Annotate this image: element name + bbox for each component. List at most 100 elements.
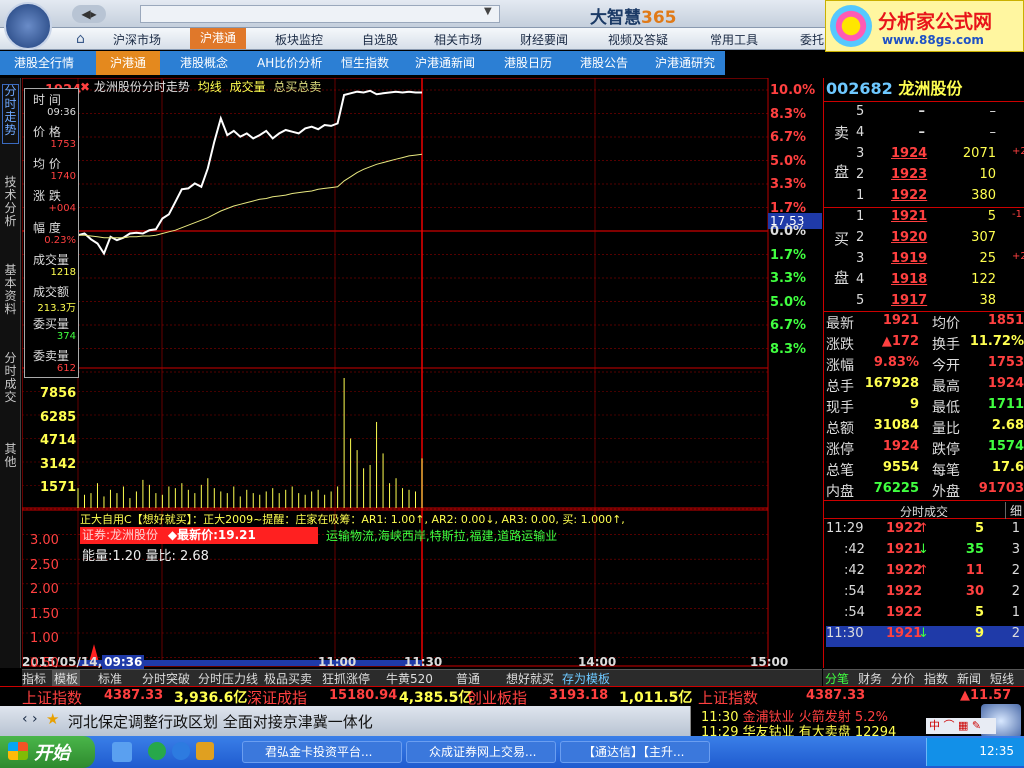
template-tab[interactable]: 标准	[98, 670, 122, 687]
trade-row[interactable]: :54 1922 5 1	[826, 605, 1024, 626]
menu-tools[interactable]: 常用工具	[710, 31, 758, 48]
menu-related-market[interactable]: 相关市场	[434, 31, 482, 48]
template-tab[interactable]: 想好就买	[506, 670, 554, 687]
orderbook-row[interactable]: 1 1922 380	[856, 188, 1024, 209]
trade-row[interactable]: :54 1922 30 2	[826, 584, 1024, 605]
tab-hk-all[interactable]: 港股全行情	[6, 51, 82, 75]
ob-level: 2	[856, 167, 865, 182]
logo-url: www.88gs.com	[882, 33, 984, 47]
orderbook-row[interactable]: 5 1917 38	[856, 293, 1024, 314]
template-tab[interactable]: 普通	[456, 670, 480, 687]
orderbook-row[interactable]: 2 1920 307	[856, 230, 1024, 251]
menu-hs-market[interactable]: 沪深市场	[113, 31, 161, 48]
trades-detail-button[interactable]: 细	[1004, 502, 1022, 519]
dropdown-arrow-icon[interactable]: ▼	[484, 6, 492, 17]
tab-hsi[interactable]: 恒生指数	[333, 51, 397, 75]
template-tab[interactable]: 分时压力线	[198, 670, 258, 687]
tab-ah-ratio[interactable]: AH比价分析	[249, 51, 330, 75]
trade-row[interactable]: :42 1921 ↓ 35 3	[826, 542, 1024, 563]
panel-tab[interactable]: 分笔	[825, 670, 849, 687]
address-field[interactable]	[140, 5, 500, 23]
orderbook-row[interactable]: 4 – –	[856, 125, 1024, 146]
taskbar-item[interactable]: 众成证券网上交易...	[406, 741, 556, 763]
trade-row[interactable]: :42 1922 ↑ 11 2	[826, 563, 1024, 584]
ticker-index-amount: 3,936.6亿	[174, 690, 248, 706]
ticker-right-name[interactable]: 上证指数	[698, 687, 758, 708]
panel-tab[interactable]: 财务	[858, 670, 882, 687]
quicklaunch-icon[interactable]	[172, 742, 190, 760]
intraday-chart[interactable]	[22, 78, 822, 668]
start-button[interactable]: 开始	[0, 736, 95, 768]
tab-hkconnect-news[interactable]: 沪港通新闻	[407, 51, 483, 75]
vtab-trades[interactable]: 分时成交	[2, 352, 19, 412]
indicator-tick-label: 2.00	[30, 582, 59, 598]
taskbar-item[interactable]: 君弘金卡投资平台...	[242, 741, 402, 763]
ticker-index-name[interactable]: 创业板指	[467, 687, 527, 708]
orderbook-row[interactable]: 3 1924 2071 +2	[856, 146, 1024, 167]
panel-tab[interactable]: 短线	[990, 670, 1014, 687]
orderbook-row[interactable]: 4 1918 122	[856, 272, 1024, 293]
quicklaunch-icon[interactable]	[196, 742, 214, 760]
template-tab[interactable]: 模板	[52, 670, 81, 687]
orderbook-row[interactable]: 3 1919 25 +2	[856, 251, 1024, 272]
ticker-index-name[interactable]: 上证指数	[22, 687, 82, 708]
stat-value: 167928	[864, 376, 919, 391]
chart-canvas[interactable]	[22, 78, 822, 668]
quicklaunch-icon[interactable]	[148, 742, 166, 760]
panel-tab[interactable]: 分价	[891, 670, 915, 687]
ob-volume: –	[989, 104, 997, 119]
trade-price: 1922	[886, 521, 923, 536]
menu-trade[interactable]: 委托	[800, 31, 824, 48]
orderbook-row[interactable]: 2 1923 10	[856, 167, 1024, 188]
vtab-technical[interactable]: 技术分析	[2, 176, 19, 236]
vtab-intraday[interactable]: 分时走势	[2, 84, 19, 144]
orderbook-row[interactable]: 1 1921 5 -1	[856, 209, 1024, 230]
trade-volume: 35	[965, 542, 984, 557]
menu-finance-news[interactable]: 财经要闻	[520, 31, 568, 48]
trade-row[interactable]: 11:30 1921 ↓ 9 2	[826, 626, 1024, 647]
menu-watchlist[interactable]: 自选股	[362, 31, 398, 48]
tab-hk-notice[interactable]: 港股公告	[572, 51, 636, 75]
template-tab[interactable]: 狂抓涨停	[322, 670, 370, 687]
orderbook-row[interactable]: 5 – –	[856, 104, 1024, 125]
template-tab[interactable]: 极品买卖	[264, 670, 312, 687]
template-tab[interactable]: 指标	[22, 670, 46, 687]
trade-row[interactable]: 11:29 1922 ↑ 5 1	[826, 521, 1024, 542]
quicklaunch-icon[interactable]	[112, 742, 132, 762]
pct-tick-label: 1.7%	[770, 200, 807, 216]
trade-volume: 9	[974, 626, 984, 641]
indicator-tick-label: 1.50	[30, 606, 59, 622]
tab-hk-concept[interactable]: 港股概念	[172, 51, 236, 75]
ob-level: 4	[856, 272, 865, 287]
trade-price: 1922	[886, 563, 923, 578]
ticker-index-name[interactable]: 深证成指	[247, 687, 307, 708]
news-nav-icon[interactable]: ‹ ›	[22, 711, 38, 727]
template-tab[interactable]: 牛黄520	[386, 670, 433, 687]
ime-bar[interactable]: 中 ⌒ ▦ ✎	[926, 718, 996, 734]
panel-tab[interactable]: 指数	[924, 670, 948, 687]
vertical-tabs: 分时走势 技术分析 基本资料 分时成交 其他	[0, 78, 21, 668]
info-label: 价 格	[33, 125, 61, 139]
menu-sector-monitor[interactable]: 板块监控	[275, 31, 323, 48]
home-icon[interactable]: ⌂	[76, 31, 85, 47]
template-tab[interactable]: 分时突破	[142, 670, 190, 687]
taskbar-item[interactable]: 【通达信】【主升...	[560, 741, 710, 763]
info-value: 612	[56, 363, 76, 374]
chart-header: ✖ 龙洲股份分时走势 均线 成交量 总买总卖	[80, 80, 322, 94]
vtab-other[interactable]: 其他	[2, 443, 19, 477]
news-headline[interactable]: 河北保定调整行政区划 全面对接京津冀一体化	[68, 711, 373, 732]
template-tab[interactable]: 存为模板	[562, 670, 610, 687]
tab-hkconnect[interactable]: 沪港通	[96, 51, 161, 75]
stock-code: 002682	[826, 79, 893, 98]
tab-hk-calendar[interactable]: 港股日历	[496, 51, 560, 75]
vtab-fundamentals[interactable]: 基本资料	[2, 264, 19, 324]
indicator-sectors: 运输物流,海峡西岸,特斯拉,福建,道路运输业	[326, 529, 558, 543]
info-value: 213.3万	[37, 303, 76, 314]
chart-stock-name: 龙洲股份	[93, 80, 142, 94]
back-button[interactable]: ◀▸	[72, 5, 106, 23]
panel-tab[interactable]: 新闻	[957, 670, 981, 687]
trade-count: 3	[1011, 542, 1020, 557]
menu-hkconnect[interactable]: 沪港通	[190, 28, 247, 49]
tab-hkconnect-research[interactable]: 沪港通研究	[647, 51, 723, 75]
menu-video-qa[interactable]: 视频及答疑	[608, 31, 668, 48]
